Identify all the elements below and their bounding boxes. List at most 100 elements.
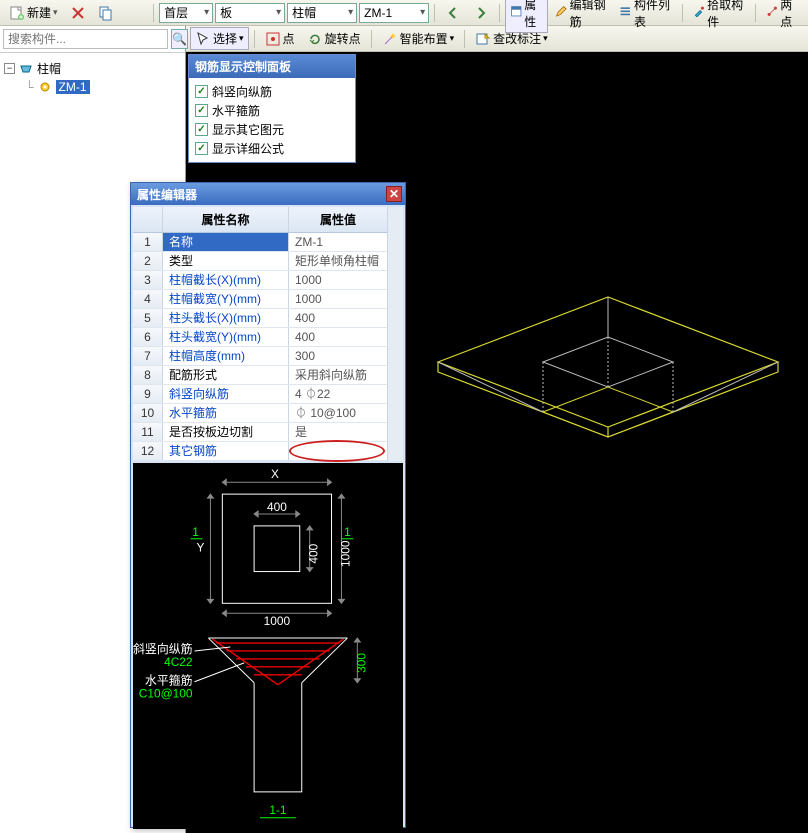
svg-text:C10@100: C10@100 (139, 687, 193, 701)
property-row[interactable]: 1名称ZM-1 (133, 233, 387, 252)
checkbox-icon[interactable]: ✓ (195, 142, 208, 155)
property-row[interactable]: 3柱帽截长(X)(mm)1000 (133, 271, 387, 290)
delete-button[interactable] (65, 2, 91, 24)
gear-icon (37, 79, 53, 95)
checkbox-row[interactable]: ✓斜竖向纵筋 (195, 82, 349, 101)
property-value[interactable] (289, 442, 387, 460)
property-row[interactable]: 11是否按板边切割是 (133, 423, 387, 442)
row-number: 10 (133, 404, 163, 422)
property-value[interactable]: 采用斜向纵筋 (289, 366, 387, 384)
dropdown-icon: ▾ (450, 33, 455, 44)
scrollbar[interactable] (387, 207, 403, 461)
close-button[interactable]: ✕ (386, 186, 402, 202)
new-icon (9, 5, 25, 21)
tree-root-label: 柱帽 (37, 60, 61, 77)
cursor-icon (195, 31, 211, 47)
floor-combo[interactable]: 首层 (159, 3, 213, 23)
property-name: 类型 (163, 252, 289, 270)
property-name: 柱帽截长(X)(mm) (163, 271, 289, 289)
checkbox-row[interactable]: ✓显示详细公式 (195, 139, 349, 158)
property-row[interactable]: 5柱头截长(X)(mm)400 (133, 309, 387, 328)
zm-combo[interactable]: ZM-1 (359, 3, 429, 23)
svg-text:400: 400 (267, 500, 287, 514)
property-name: 柱头截宽(Y)(mm) (163, 328, 289, 346)
property-value[interactable]: 是 (289, 423, 387, 441)
row-number: 11 (133, 423, 163, 441)
checkbox-icon[interactable]: ✓ (195, 123, 208, 136)
property-value[interactable]: 1000 (289, 271, 387, 289)
checkbox-icon[interactable]: ✓ (195, 104, 208, 117)
property-value[interactable]: 400 (289, 328, 387, 346)
component-list-button[interactable]: 构件列表 (614, 0, 676, 33)
copy-button[interactable] (93, 2, 119, 24)
search-button[interactable]: 🔍 (171, 29, 188, 49)
property-value[interactable]: 矩形单倾角柱帽 (289, 252, 387, 270)
two-point-icon (766, 5, 779, 21)
property-row[interactable]: 7柱帽高度(mm)300 (133, 347, 387, 366)
tree-node-root[interactable]: − 柱帽 (4, 59, 181, 78)
point-button[interactable]: 点 (260, 27, 300, 50)
new-button[interactable]: 新建 ▾ (4, 1, 63, 24)
pencil-icon (555, 5, 568, 21)
row-number: 8 (133, 366, 163, 384)
separator (682, 4, 683, 22)
checkbox-icon[interactable]: ✓ (195, 85, 208, 98)
checkbox-row[interactable]: ✓水平箍筋 (195, 101, 349, 120)
property-name: 是否按板边切割 (163, 423, 289, 441)
highlight-ellipse (289, 440, 385, 462)
property-row[interactable]: 8配筋形式采用斜向纵筋 (133, 366, 387, 385)
cap-icon (18, 61, 34, 77)
collapse-icon[interactable]: − (4, 63, 15, 74)
row-number: 5 (133, 309, 163, 327)
property-row[interactable]: 4柱帽截宽(Y)(mm)1000 (133, 290, 387, 309)
note-icon (475, 31, 491, 47)
select-button[interactable]: 选择 ▾ (190, 27, 249, 50)
svg-text:300: 300 (354, 653, 368, 673)
arrow-left-icon (445, 5, 461, 21)
property-editor-title[interactable]: 属性编辑器 ✕ (131, 183, 405, 205)
smart-layout-button[interactable]: 智能布置 ▾ (377, 27, 460, 50)
search-input[interactable] (3, 29, 168, 49)
pick-component-button[interactable]: 拾取构件 (688, 0, 750, 33)
property-value[interactable]: 1000 (289, 290, 387, 308)
separator (254, 30, 255, 48)
rotate-point-button[interactable]: 旋转点 (302, 27, 366, 50)
property-name: 水平箍筋 (163, 404, 289, 422)
grid-header-value: 属性值 (289, 207, 387, 232)
property-row[interactable]: 9斜竖向纵筋4 ⏀22 (133, 385, 387, 404)
property-value[interactable]: ⏀ 10@100 (289, 404, 387, 422)
separator (499, 4, 500, 22)
property-value[interactable]: 300 (289, 347, 387, 365)
svg-text:400: 400 (307, 543, 321, 563)
property-name: 斜竖向纵筋 (163, 385, 289, 403)
property-value[interactable]: 400 (289, 309, 387, 327)
wand-icon (382, 31, 398, 47)
property-value[interactable]: 4 ⏀22 (289, 385, 387, 403)
row-number: 3 (133, 271, 163, 289)
svg-text:X: X (271, 467, 279, 481)
cap-combo[interactable]: 柱帽 (287, 3, 357, 23)
edit-rebar-button[interactable]: 编辑钢筋 (550, 0, 612, 33)
separator (755, 4, 756, 22)
review-note-button[interactable]: 查改标注 ▾ (470, 27, 553, 50)
property-value[interactable]: ZM-1 (289, 233, 387, 251)
eyedropper-icon (693, 5, 706, 21)
tree-node-child[interactable]: └ ZM-1 (4, 78, 181, 96)
new-label: 新建 (27, 4, 51, 21)
prev-button[interactable] (440, 2, 466, 24)
property-row[interactable]: 12其它钢筋 (133, 442, 387, 461)
grid-header-name: 属性名称 (163, 207, 289, 232)
wireframe-3d (428, 252, 788, 472)
property-row[interactable]: 10水平箍筋⏀ 10@100 (133, 404, 387, 423)
row-number: 7 (133, 347, 163, 365)
property-row[interactable]: 2类型矩形单倾角柱帽 (133, 252, 387, 271)
section-diagram: X 400 Y 1 1 400 1000 1000 (133, 463, 403, 829)
property-row[interactable]: 6柱头截宽(Y)(mm)400 (133, 328, 387, 347)
next-button[interactable] (468, 2, 494, 24)
row-number: 4 (133, 290, 163, 308)
two-point-button[interactable]: 两点 (761, 0, 804, 33)
checkbox-row[interactable]: ✓显示其它图元 (195, 120, 349, 139)
dropdown-icon: ▾ (53, 7, 58, 18)
rebar-panel-title: 钢筋显示控制面板 (189, 55, 355, 78)
slab-combo[interactable]: 板 (215, 3, 285, 23)
